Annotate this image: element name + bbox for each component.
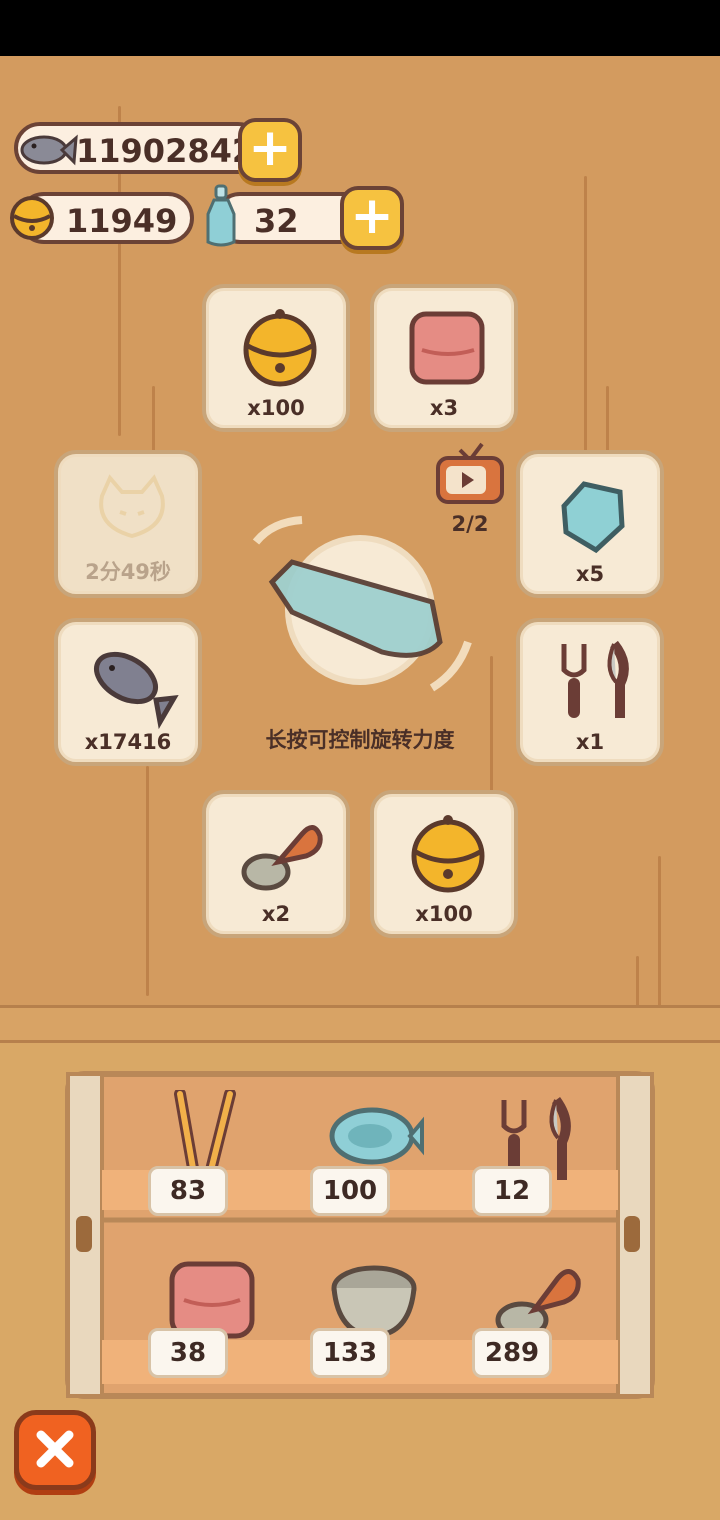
- inventory-count: 289: [472, 1328, 552, 1378]
- inventory-cabinet: 83 100 12 38 133 289: [64, 1070, 656, 1400]
- close-icon: [36, 1430, 74, 1468]
- cat-icon: [99, 474, 165, 539]
- bell-icon: [411, 815, 485, 893]
- add-bottle-button[interactable]: +: [340, 186, 404, 250]
- fish-icon: [94, 651, 179, 730]
- bottle-amount: 32: [254, 202, 299, 240]
- bell-icon: [243, 309, 317, 387]
- wood-ledge: [0, 1005, 720, 1043]
- plus-icon: +: [350, 186, 394, 246]
- prize-label: x5: [575, 562, 605, 586]
- status-bar: [0, 0, 720, 56]
- close-button[interactable]: [14, 1410, 96, 1490]
- inventory-count: 38: [148, 1328, 228, 1378]
- plus-icon: +: [248, 118, 292, 178]
- prize-label: x3: [429, 396, 459, 420]
- prize-tile-gem: x5: [516, 450, 664, 598]
- prize-tile-locked: 2分49秒: [54, 450, 202, 598]
- cushion-icon: [409, 311, 485, 385]
- bottle-icon: [206, 184, 236, 247]
- prize-tile-cutlery: x1: [516, 618, 664, 766]
- prize-label: x100: [247, 396, 305, 420]
- bell-icon: [10, 196, 54, 240]
- cutlery-icon: [561, 640, 629, 718]
- drumstick-icon: [241, 825, 323, 891]
- fish-amount: 11902842: [76, 132, 255, 170]
- prize-label: x1: [575, 730, 605, 754]
- fish-currency: 11902842: [14, 122, 264, 174]
- prize-tile-bells-bottom: x100: [370, 790, 518, 938]
- inventory-count: 12: [472, 1166, 552, 1216]
- tv-icon[interactable]: [432, 438, 508, 508]
- bell-currency: 11949: [10, 192, 194, 244]
- fish-icon: [20, 134, 78, 166]
- inventory-count: 100: [310, 1166, 390, 1216]
- prize-tile-drumstick: x2: [202, 790, 350, 938]
- bell-amount: 11949: [66, 202, 178, 240]
- prize-label: x2: [261, 902, 291, 926]
- prize-label: x100: [415, 902, 473, 926]
- spinning-bottle[interactable]: [232, 502, 492, 722]
- add-fish-button[interactable]: +: [238, 118, 302, 182]
- gem-icon: [561, 481, 625, 554]
- prize-tile-bells-top: x100: [202, 284, 350, 432]
- prize-tile-cushion: x3: [370, 284, 518, 432]
- fish-plate-icon: [329, 1107, 424, 1165]
- cooldown-timer: 2分49秒: [85, 560, 171, 584]
- inventory-count: 133: [310, 1328, 390, 1378]
- inventory-count: 83: [148, 1166, 228, 1216]
